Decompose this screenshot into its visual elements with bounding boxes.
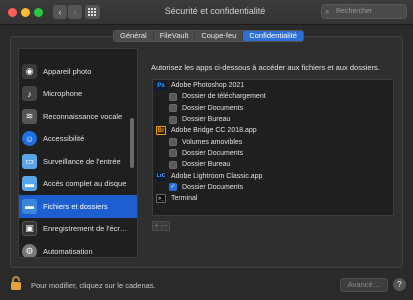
folder-icon: ▬ <box>22 176 37 192</box>
folder-row[interactable]: Dossier Documents <box>153 103 393 114</box>
folder-label: Dossier Documents <box>182 149 244 157</box>
checkbox[interactable] <box>169 149 177 158</box>
search-icon: ⌕ <box>325 7 330 16</box>
app-name: Terminal <box>171 195 198 203</box>
sidebar-item-input-monitoring[interactable]: ▭ Surveillance de l'entrée <box>19 150 137 173</box>
folder-label: Dossier Documents <box>182 183 244 191</box>
folder-label: Volumes amovibles <box>182 138 243 146</box>
tab-filevault[interactable]: FileVault <box>154 31 196 41</box>
sidebar-item-microphone[interactable]: ♪ Microphone <box>19 83 137 106</box>
app-row-terminal[interactable]: >_ Terminal <box>153 193 393 204</box>
sidebar-item-label: Reconnaissance vocale <box>43 111 123 121</box>
zoom-button[interactable] <box>34 8 43 17</box>
app-row-lightroom[interactable]: LrC Adobe Lightroom Classic.app <box>153 170 393 181</box>
sidebar-item-label: Surveillance de l'entrée <box>43 156 121 166</box>
forward-button[interactable]: › <box>68 5 82 19</box>
folder-label: Dossier Bureau <box>182 161 231 169</box>
bridge-icon: Br <box>156 126 166 136</box>
close-button[interactable] <box>8 8 17 17</box>
sidebar-scrollbar[interactable] <box>130 118 134 168</box>
add-button[interactable]: + <box>153 222 162 230</box>
lock-message: Pour modifier, cliquez sur le cadenas. <box>31 281 156 290</box>
folder-label: Dossier de téléchargement <box>182 93 266 101</box>
folder-label: Dossier Documents <box>182 104 244 112</box>
accessibility-icon: ☺ <box>22 131 37 147</box>
app-name: Adobe Photoshop 2021 <box>171 82 245 90</box>
sidebar-item-screen-recording[interactable]: ▣ Enregistrement de l'écr… <box>19 218 137 241</box>
add-remove-control: + − <box>152 221 170 231</box>
lightroom-icon: LrC <box>156 171 166 181</box>
sidebar-item-partial <box>19 49 137 60</box>
checkbox-checked[interactable]: ✓ <box>169 183 177 192</box>
title-bar: ‹ › Sécurité et confidentialité ⌕ Recher… <box>0 0 413 25</box>
app-row-photoshop[interactable]: Ps Adobe Photoshop 2021 <box>153 80 393 91</box>
camera-icon: ◉ <box>22 63 37 79</box>
sidebar-item-label: Fichiers et dossiers <box>43 201 108 211</box>
sidebar-item-label: Microphone <box>43 89 83 99</box>
tab-general[interactable]: Général <box>114 31 154 41</box>
advanced-button[interactable]: Avancé… <box>340 278 388 292</box>
photoshop-icon: Ps <box>156 81 166 91</box>
screen-recording-icon: ▣ <box>22 221 37 237</box>
checkbox[interactable] <box>169 115 177 124</box>
app-name: Adobe Bridge CC 2018.app <box>171 127 257 135</box>
folder-row[interactable]: Volumes amovibles <box>153 136 393 147</box>
folder-row[interactable]: Dossier de téléchargement <box>153 91 393 102</box>
gear-icon: ⚙ <box>22 243 37 257</box>
sidebar-item-label: Accessibilité <box>43 134 85 144</box>
tab-privacy[interactable]: Confidentialité <box>243 31 303 41</box>
sidebar-item-full-disk[interactable]: ▬ Accès complet au disque <box>19 173 137 196</box>
folder-row[interactable]: Dossier Documents <box>153 148 393 159</box>
microphone-icon: ♪ <box>22 86 37 102</box>
terminal-icon: >_ <box>156 194 166 204</box>
sidebar-item-label: Automatisation <box>43 246 93 256</box>
folder-icon: ▬ <box>22 198 37 214</box>
show-all-button[interactable] <box>85 5 100 19</box>
sidebar-item-files-folders[interactable]: ▬ Fichiers et dossiers <box>19 195 137 218</box>
app-permission-list: Ps Adobe Photoshop 2021 Dossier de téléc… <box>152 79 394 216</box>
folder-label: Dossier Bureau <box>182 116 231 124</box>
sidebar-item-accessibility[interactable]: ☺ Accessibilité <box>19 128 137 151</box>
search-placeholder: Rechercher <box>336 8 373 15</box>
sidebar-item-label: Appareil photo <box>43 66 92 76</box>
app-row-bridge[interactable]: Br Adobe Bridge CC 2018.app <box>153 125 393 136</box>
lock-icon[interactable] <box>10 276 22 290</box>
back-button[interactable]: ‹ <box>53 5 67 19</box>
folder-row[interactable]: Dossier Bureau <box>153 114 393 125</box>
checkbox[interactable] <box>169 104 177 113</box>
sidebar-item-label: Enregistrement de l'écr… <box>43 224 128 234</box>
checkbox[interactable] <box>169 160 177 169</box>
sidebar-item-speech[interactable]: ≋ Reconnaissance vocale <box>19 105 137 128</box>
folder-row[interactable]: ✓ Dossier Documents <box>153 182 393 193</box>
window-title: Sécurité et confidentialité <box>164 6 266 16</box>
sidebar-item-label: Accès complet au disque <box>43 179 127 189</box>
search-input[interactable]: ⌕ Rechercher <box>321 4 407 19</box>
checkbox[interactable] <box>169 92 177 101</box>
sidebar-item-automation[interactable]: ⚙ Automatisation <box>19 240 137 257</box>
checkbox[interactable] <box>169 138 177 147</box>
help-button[interactable]: ? <box>393 278 406 291</box>
privacy-category-list: ◉ Appareil photo ♪ Microphone ≋ Reconnai… <box>18 48 138 258</box>
app-name: Adobe Lightroom Classic.app <box>171 172 263 180</box>
tab-bar: Général FileVault Coupe-feu Confidential… <box>113 30 304 42</box>
input-monitoring-icon: ▭ <box>22 153 37 169</box>
sidebar-item-camera[interactable]: ◉ Appareil photo <box>19 60 137 83</box>
minimize-button[interactable] <box>21 8 30 17</box>
tab-firewall[interactable]: Coupe-feu <box>195 31 244 41</box>
voice-icon: ≋ <box>22 108 37 124</box>
section-heading: Autorisez les apps ci-dessous à accéder … <box>151 63 380 72</box>
folder-row[interactable]: Dossier Bureau <box>153 159 393 170</box>
remove-button[interactable]: − <box>161 222 169 230</box>
